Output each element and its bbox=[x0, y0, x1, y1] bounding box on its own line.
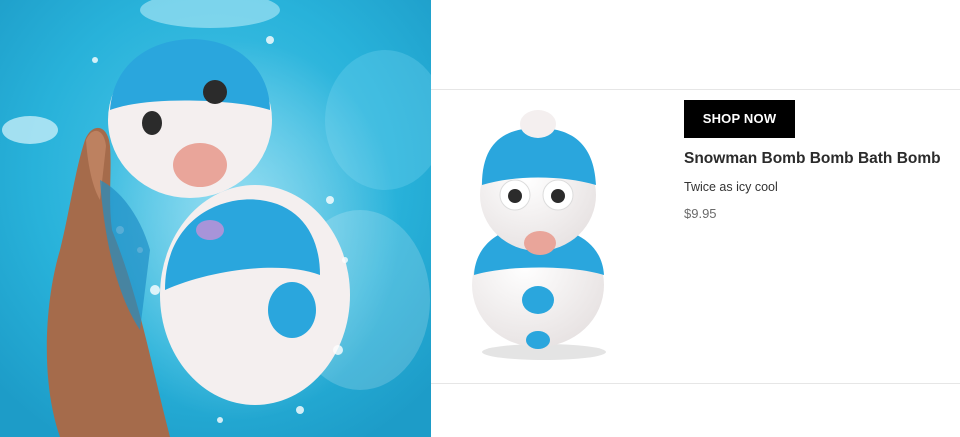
product-price: $9.95 bbox=[684, 206, 717, 221]
snowman-bath-bombs-in-water-photo bbox=[0, 0, 431, 437]
product-tagline: Twice as icy cool bbox=[684, 180, 778, 194]
top-divider bbox=[431, 89, 960, 90]
shop-now-button[interactable]: SHOP NOW bbox=[684, 100, 795, 138]
product-info: SHOP NOW Snowman Bomb Bomb Bath Bomb Twi… bbox=[684, 100, 954, 221]
snowman-bath-bomb-product-photo bbox=[472, 110, 606, 360]
hero-photo bbox=[0, 0, 431, 437]
product-name[interactable]: Snowman Bomb Bomb Bath Bomb bbox=[684, 150, 954, 168]
bottom-divider bbox=[431, 383, 960, 384]
product-image[interactable] bbox=[452, 100, 632, 365]
product-promo-page: SHOP NOW Snowman Bomb Bomb Bath Bomb Twi… bbox=[0, 0, 960, 437]
